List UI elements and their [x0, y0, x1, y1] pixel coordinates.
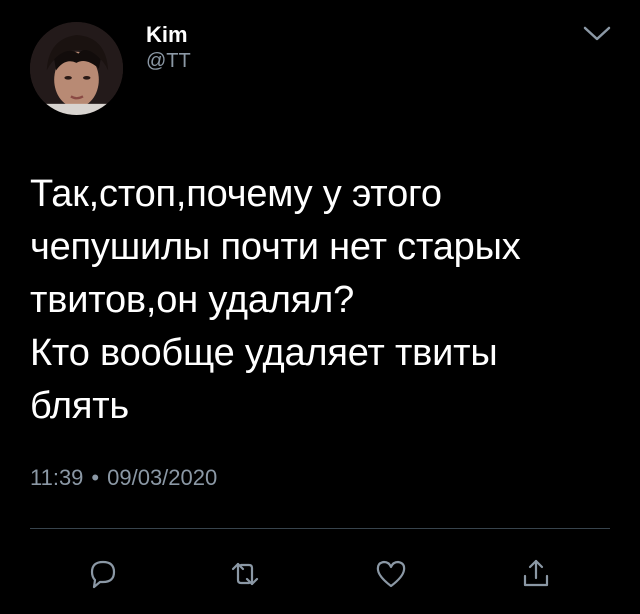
tweet-timestamp: 11:39 • 09/03/2020 [30, 465, 217, 491]
avatar[interactable] [30, 22, 123, 115]
reply-icon [90, 560, 116, 589]
tweet-card: Kim @TT Так,стоп,почему у этого чепушилы… [0, 0, 640, 614]
tweet-date: 09/03/2020 [107, 465, 218, 490]
retweet-icon [231, 562, 259, 586]
user-handle[interactable]: @TT [146, 50, 191, 73]
reply-button[interactable] [85, 556, 121, 592]
meta-separator: • [91, 465, 100, 490]
tweet-text: Так,стоп,почему у этого чепушилы почти н… [30, 173, 521, 427]
heart-icon [376, 560, 406, 588]
share-icon [523, 559, 549, 587]
like-button[interactable] [373, 556, 409, 592]
display-name[interactable]: Kim [146, 22, 188, 48]
divider [30, 528, 610, 529]
avatar-photo [30, 22, 123, 115]
retweet-button[interactable] [227, 556, 263, 592]
tweet-time: 11:39 [30, 465, 84, 490]
share-button[interactable] [518, 556, 554, 592]
chevron-down-icon[interactable] [582, 24, 612, 44]
